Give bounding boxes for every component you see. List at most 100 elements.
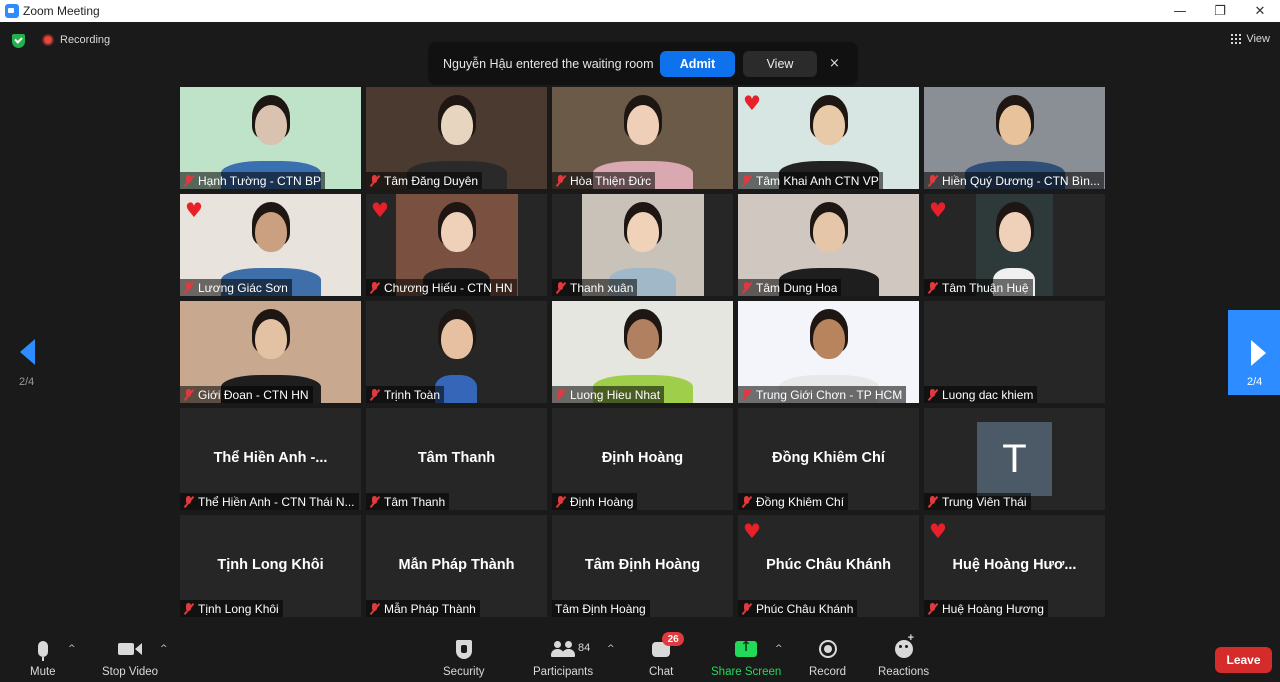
restore-button[interactable]: ❐ <box>1200 0 1240 22</box>
muted-mic-icon <box>555 388 566 401</box>
muted-mic-icon <box>183 495 194 508</box>
participant-name: Phúc Châu Khánh <box>756 601 854 616</box>
participant-display-name: Tịnh Long Khôi <box>217 557 324 573</box>
participant-name: Tâm Thuận Huệ <box>942 280 1029 295</box>
participant-tile[interactable]: Tâm Đăng Duyên <box>366 87 547 189</box>
mute-label: Mute <box>30 666 56 678</box>
participant-tile[interactable]: Huệ Hoàng Hươ... ♥ Huệ Hoàng Hương <box>924 515 1105 617</box>
arrow-left-icon <box>19 339 35 365</box>
participant-name-label: Phúc Châu Khánh <box>738 600 858 617</box>
participant-tile[interactable]: Trung Giới Chơn - TP HCM <box>738 301 919 403</box>
participant-tile[interactable]: Luong dac khiem <box>924 301 1105 403</box>
participant-tile[interactable]: Hạnh Tường - CTN BP <box>180 87 361 189</box>
chat-button[interactable]: 26 Chat <box>649 632 685 678</box>
share-screen-button[interactable]: Share Screen <box>711 636 781 678</box>
participant-tile[interactable]: ♥ Lương Giác Sơn <box>180 194 361 296</box>
participant-display-name: Huệ Hoàng Hươ... <box>952 557 1077 573</box>
participant-name-label: Tâm Đăng Duyên <box>366 172 483 189</box>
security-button[interactable]: Security <box>443 636 485 678</box>
participants-options-caret-icon[interactable]: ^ <box>607 644 615 654</box>
video-options-caret-icon[interactable]: ^ <box>160 644 168 654</box>
minimize-button[interactable]: — <box>1160 0 1200 22</box>
participant-tile[interactable]: Thanh xuân <box>552 194 733 296</box>
participant-name: Huệ Hoàng Hương <box>942 601 1044 616</box>
participant-name: Đồng Khiêm Chí <box>756 494 845 509</box>
heart-reaction-icon: ♥ <box>929 198 947 222</box>
recording-indicator[interactable]: Recording <box>42 34 110 46</box>
title-bar: Zoom Meeting — ❐ ✕ <box>0 0 1280 22</box>
participant-name-label: Giới Đoan - CTN HN <box>180 386 313 403</box>
participant-tile[interactable]: Tâm Thanh Tâm Thanh <box>366 408 547 510</box>
record-button[interactable]: Record <box>809 636 846 678</box>
video-camera-icon <box>118 636 143 662</box>
participant-tile[interactable]: Hòa Thiện Đức <box>552 87 733 189</box>
participant-tile[interactable]: Giới Đoan - CTN HN <box>180 301 361 403</box>
close-window-button[interactable]: ✕ <box>1240 0 1280 22</box>
participant-name: Tâm Đăng Duyên <box>384 173 479 188</box>
window-controls: — ❐ ✕ <box>1160 0 1280 22</box>
participant-tile[interactable]: T Trung Viên Thái <box>924 408 1105 510</box>
record-icon <box>818 636 837 662</box>
participant-display-name: Phúc Châu Khánh <box>766 557 891 573</box>
participant-tile[interactable]: Đồng Khiêm Chí Đồng Khiêm Chí <box>738 408 919 510</box>
participant-display-name: Thể Hiền Anh -... <box>213 450 328 466</box>
participant-name-label: Tịnh Long Khôi <box>180 600 283 617</box>
participant-tile[interactable]: Phúc Châu Khánh ♥ Phúc Châu Khánh <box>738 515 919 617</box>
participant-tile[interactable]: ♥ Tâm Khai Anh CTN VP <box>738 87 919 189</box>
participant-name-label: Luong Hieu Nhat <box>552 386 665 403</box>
security-shield-icon <box>455 636 472 662</box>
muted-mic-icon <box>927 174 938 187</box>
participant-name-label: Thể Hiền Anh - CTN Thái N... <box>180 493 359 510</box>
participant-tile[interactable]: Hiền Quý Dương - CTN Bìn... <box>924 87 1105 189</box>
participant-tile[interactable]: Mẫn Pháp Thành Mẫn Pháp Thành <box>366 515 547 617</box>
participant-name: Hạnh Tường - CTN BP <box>198 173 322 188</box>
muted-mic-icon <box>927 281 938 294</box>
next-page-button[interactable]: 2/4 <box>1228 310 1280 395</box>
participant-tile[interactable]: Trịnh Toàn <box>366 301 547 403</box>
participant-tile[interactable]: Thể Hiền Anh -... Thể Hiền Anh - CTN Thái… <box>180 408 361 510</box>
participant-tile[interactable]: Tâm Định Hoàng Tâm Định Hoàng <box>552 515 733 617</box>
participant-tile[interactable]: Định Hoàng Định Hoàng <box>552 408 733 510</box>
admit-button[interactable]: Admit <box>660 50 735 77</box>
participant-display-name: Tâm Định Hoàng <box>584 557 701 573</box>
participant-tile[interactable]: ♥ Chương Hiếu - CTN HN <box>366 194 547 296</box>
muted-mic-icon <box>183 602 194 615</box>
view-layout-button[interactable]: View <box>1231 33 1270 45</box>
reactions-button[interactable]: Reactions <box>878 632 929 678</box>
mute-button[interactable]: Mute <box>30 636 56 678</box>
participant-tile[interactable]: ♥ Tâm Thuận Huệ <box>924 194 1105 296</box>
participant-tile[interactable]: Tịnh Long Khôi Tịnh Long Khôi <box>180 515 361 617</box>
view-layout-label: View <box>1246 33 1270 45</box>
participant-name: Tâm Dung Hoa <box>756 280 838 295</box>
encryption-shield-icon[interactable] <box>12 34 25 48</box>
participant-name: Tâm Khai Anh CTN VP <box>756 173 879 188</box>
share-options-caret-icon[interactable]: ^ <box>775 644 783 654</box>
stop-video-label: Stop Video <box>102 666 159 678</box>
participant-tile[interactable]: Luong Hieu Nhat <box>552 301 733 403</box>
previous-page-button[interactable] <box>14 336 40 368</box>
participant-name: Tịnh Long Khôi <box>198 601 279 616</box>
muted-mic-icon <box>369 174 380 187</box>
waiting-room-message: Nguyễn Hậu entered the waiting room <box>443 56 654 71</box>
muted-mic-icon <box>555 495 566 508</box>
participant-name-label: Trung Viên Thái <box>924 493 1031 510</box>
participant-name: Luong dac khiem <box>942 387 1034 402</box>
grid-view-icon <box>1231 34 1242 44</box>
close-notification-icon[interactable]: × <box>829 56 840 71</box>
share-screen-label: Share Screen <box>711 666 782 678</box>
participant-name: Lương Giác Sơn <box>198 280 288 295</box>
audio-options-caret-icon[interactable]: ^ <box>68 644 76 654</box>
leave-button[interactable]: Leave <box>1215 647 1272 673</box>
stop-video-button[interactable]: Stop Video <box>102 636 158 678</box>
participant-display-name: Đồng Khiêm Chí <box>772 450 885 466</box>
participants-icon <box>551 636 576 662</box>
participant-name-label: Trịnh Toàn <box>366 386 445 403</box>
participant-tile[interactable]: Tâm Dung Hoa <box>738 194 919 296</box>
participant-name: Hòa Thiện Đức <box>570 173 652 188</box>
heart-reaction-icon: ♥ <box>743 91 761 115</box>
share-screen-icon <box>735 636 758 662</box>
view-waiting-room-button[interactable]: View <box>743 50 817 77</box>
zoom-window: Zoom Meeting — ❐ ✕ Recording View Nguyễn… <box>0 0 1280 682</box>
participant-name-label: Đồng Khiêm Chí <box>738 493 849 510</box>
muted-mic-icon <box>927 602 938 615</box>
